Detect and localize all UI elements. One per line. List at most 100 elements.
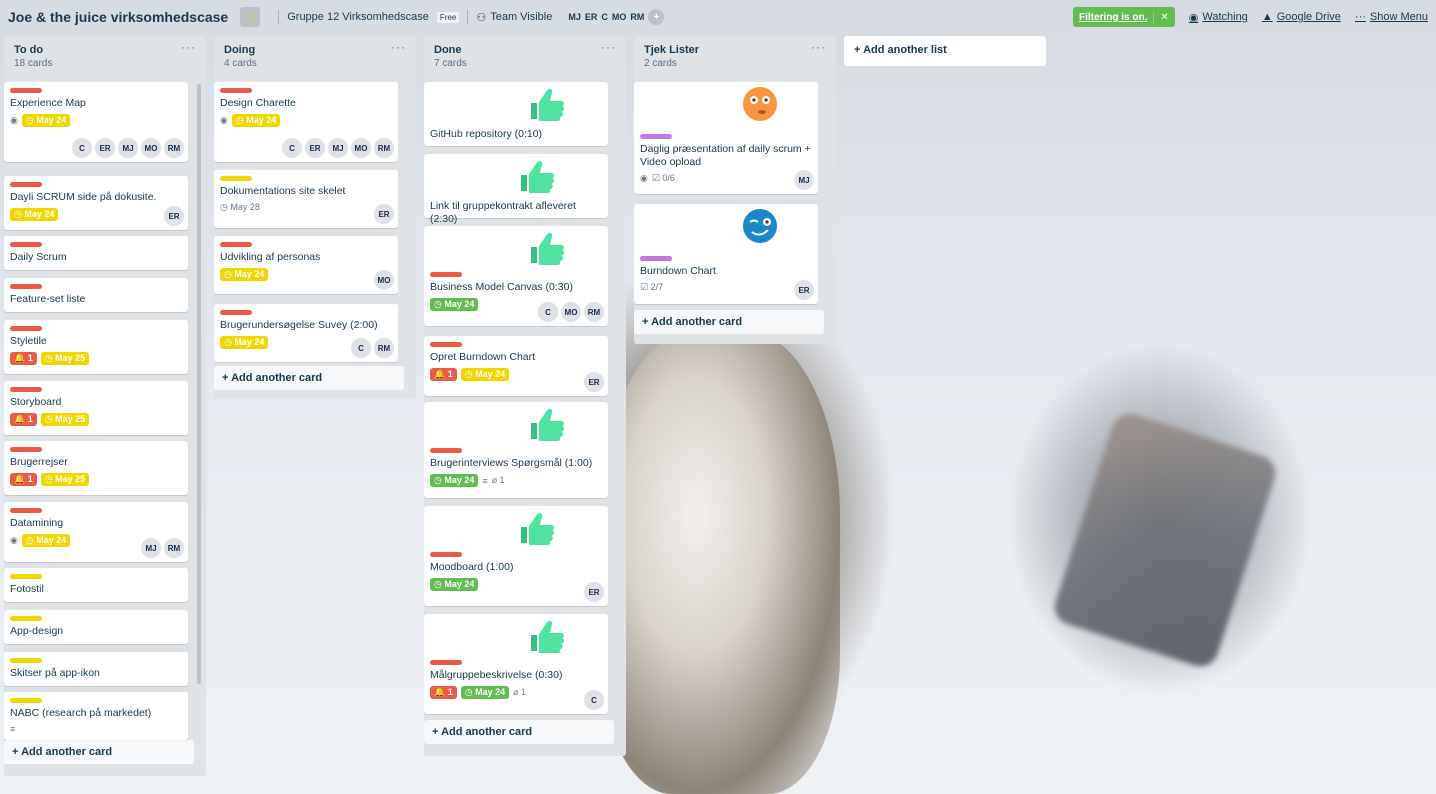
card[interactable]: Link til gruppekontrakt afleveret (2:30) (424, 154, 608, 225)
member-avatar[interactable]: RM (374, 338, 394, 358)
card[interactable]: NABC (research på markedet) ≡ (4, 692, 188, 740)
card[interactable]: Opret Burndown Chart 🔔 1 ◷ May 24 ER (424, 336, 608, 396)
show-menu-button[interactable]: ··· Show Menu (1355, 11, 1428, 23)
member-avatar[interactable]: ER (584, 372, 604, 392)
due-date-badge[interactable]: ◷ May 25 (40, 413, 90, 426)
member-avatar[interactable]: MJ (141, 538, 161, 558)
card[interactable]: Feature-set liste (4, 278, 188, 312)
due-date-badge[interactable]: ◷ May 25 (40, 473, 90, 486)
list-menu-icon[interactable]: ··· (811, 40, 826, 54)
card[interactable]: Experience Map ◉ ◷ May 24 C ER MJ MO RM (4, 82, 188, 162)
list-title[interactable]: Done (434, 44, 616, 56)
due-date-badge[interactable]: ◷ May 24 (21, 534, 71, 547)
add-card-button[interactable]: + Add another card (424, 720, 614, 744)
due-date-badge[interactable]: ◷ May 24 (430, 298, 479, 311)
card-label[interactable] (10, 242, 42, 247)
card-label[interactable] (430, 342, 462, 347)
visibility-button[interactable]: ⚇ Team Visible (476, 11, 552, 24)
card-label[interactable] (220, 176, 252, 181)
add-list-button[interactable]: + Add another list (844, 36, 1046, 66)
card-label[interactable] (430, 552, 462, 557)
due-date-badge[interactable]: ◷ May 24 (21, 114, 71, 127)
member-avatar[interactable]: RM (630, 12, 644, 22)
member-avatar[interactable]: C (584, 690, 604, 710)
google-drive-button[interactable]: ▲ Google Drive (1262, 11, 1341, 23)
card-label[interactable] (220, 88, 252, 93)
card-label[interactable] (10, 616, 42, 621)
filter-button[interactable]: Filtering is on. ✕ (1073, 7, 1175, 27)
due-date-badge[interactable]: ◷ May 24 (231, 114, 281, 127)
filter-label[interactable]: Filtering is on. (1073, 12, 1153, 23)
card[interactable]: Dayli SCRUM side på dokusite. ◷ May 24 ER (4, 176, 188, 230)
watching-button[interactable]: ◉ Watching (1189, 11, 1248, 24)
due-date-badge[interactable]: ◷ May 24 (460, 686, 510, 699)
card-label[interactable] (220, 310, 252, 315)
card-label[interactable] (430, 660, 462, 665)
list-scrollbar[interactable] (197, 84, 201, 684)
list-title[interactable]: Tjek Lister (644, 44, 826, 56)
board-title[interactable]: Joe & the juice virksomhedscase (8, 9, 228, 25)
card[interactable]: Dokumentations site skelet ◷ May 28 ER (214, 170, 398, 228)
card-label[interactable] (430, 272, 462, 277)
member-avatar[interactable]: MO (351, 138, 371, 158)
add-card-button[interactable]: + Add another card (634, 310, 824, 334)
card-label[interactable] (10, 88, 42, 93)
due-date-badge[interactable]: ◷ May 28 (220, 202, 260, 213)
card[interactable]: Daglig præsentation af daily scrum + Vid… (634, 82, 818, 194)
card-label[interactable] (10, 326, 42, 331)
member-avatar[interactable]: MO (141, 138, 161, 158)
member-avatar[interactable]: C (538, 302, 558, 322)
member-avatar[interactable]: ER (95, 138, 115, 158)
card[interactable]: Målgruppebeskrivelse (0:30) 🔔 1 ◷ May 24 ⌀ … (424, 614, 608, 714)
member-avatar[interactable]: MO (374, 270, 394, 290)
card[interactable]: Design Charette ◉ ◷ May 24 C ER MJ MO RM (214, 82, 398, 162)
member-avatar[interactable]: ER (305, 138, 325, 158)
card[interactable]: Udvikling af personas ◷ May 24 MO (214, 236, 398, 294)
member-avatar[interactable]: MO (561, 302, 581, 322)
list-menu-icon[interactable]: ··· (181, 40, 196, 54)
card-label[interactable] (10, 284, 42, 289)
card[interactable]: Daily Scrum (4, 236, 188, 270)
card[interactable]: Brugerinterviews Spørgsmål (1:00) ◷ May 2… (424, 402, 608, 498)
member-avatar[interactable]: C (601, 12, 608, 22)
card[interactable]: Business Model Canvas (0:30) ◷ May 24 C MO R… (424, 226, 608, 326)
card[interactable]: GitHub repository (0:10) (424, 82, 608, 146)
due-date-badge[interactable]: ◷ May 24 (430, 578, 479, 591)
due-date-badge[interactable]: ◷ May 24 (430, 474, 479, 487)
card[interactable]: Brugerundersøgelse Suvey (2:00) ◷ May 24 C… (214, 304, 398, 362)
member-avatar[interactable]: MJ (118, 138, 138, 158)
card[interactable]: Datamining ◉ ◷ May 24 MJ RM (4, 502, 188, 562)
member-avatar[interactable]: MO (612, 12, 627, 22)
card-label[interactable] (220, 242, 252, 247)
member-avatar[interactable]: RM (164, 538, 184, 558)
member-avatar[interactable]: RM (164, 138, 184, 158)
due-date-badge[interactable]: ◷ May 25 (40, 352, 90, 365)
card-label[interactable] (640, 256, 672, 261)
card[interactable]: Storyboard 🔔 1 ◷ May 25 (4, 381, 188, 435)
close-filter-icon[interactable]: ✕ (1153, 11, 1174, 23)
due-date-badge[interactable]: ◷ May 24 (10, 208, 59, 221)
add-card-button[interactable]: + Add another card (4, 740, 194, 764)
card-label[interactable] (10, 182, 42, 187)
card-label[interactable] (10, 387, 42, 392)
card[interactable]: Moodboard (1:00) ◷ May 24 ER (424, 506, 608, 606)
team-link[interactable]: Gruppe 12 Virksomhedscase Free (287, 11, 460, 23)
card[interactable]: Fotostil (4, 568, 188, 602)
member-avatar[interactable]: RM (374, 138, 394, 158)
member-avatar[interactable]: MJ (794, 170, 814, 190)
card-label[interactable] (640, 134, 672, 139)
member-avatar[interactable]: MJ (568, 12, 581, 22)
list-title[interactable]: To do (14, 44, 196, 56)
card-label[interactable] (10, 447, 42, 452)
card-label[interactable] (10, 658, 42, 663)
card[interactable]: Skitser på app-ikon (4, 652, 188, 686)
member-avatar[interactable]: ER (584, 582, 604, 602)
card-label[interactable] (10, 508, 42, 513)
member-avatar[interactable]: C (351, 338, 371, 358)
add-card-button[interactable]: + Add another card (214, 366, 404, 390)
due-date-badge[interactable]: ◷ May 24 (220, 268, 269, 281)
card[interactable]: Brugerrejser 🔔 1 ◷ May 25 (4, 441, 188, 495)
member-avatar[interactable]: C (72, 138, 92, 158)
member-avatar[interactable]: ER (585, 12, 598, 22)
card-label[interactable] (10, 698, 42, 703)
